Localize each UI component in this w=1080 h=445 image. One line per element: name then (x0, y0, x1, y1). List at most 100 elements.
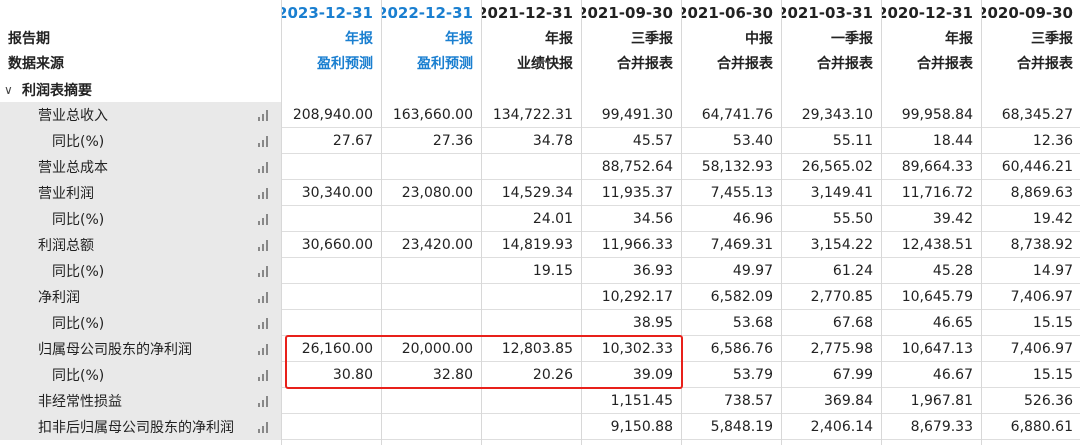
value-cell: 55.50 (832, 211, 873, 227)
value-cell (282, 310, 381, 336)
value-cell: 6,582.09 (710, 289, 773, 305)
bar-chart-icon[interactable] (258, 265, 270, 277)
value-cell: 8,869.63 (1010, 185, 1073, 201)
value-cell (482, 154, 581, 180)
period-header[interactable]: 2021-09-30 (582, 0, 681, 25)
table-row: 营业总成本 88,752.64 58,132.93 26,565.02 89,664.3… (0, 154, 1080, 180)
row-label-text: 同比(%) (52, 212, 105, 228)
period-header[interactable]: 2022-12-31 (382, 0, 481, 25)
value-cell: 12.36 (1032, 133, 1073, 149)
value-cell: 6,586.76 (710, 341, 773, 357)
report-type: 三季报 (631, 30, 673, 47)
bar-chart-icon[interactable] (258, 239, 270, 251)
value-cell: 2,770.85 (810, 289, 873, 305)
value-cell: 29,343.10 (801, 107, 873, 123)
value-cell (482, 310, 581, 336)
bar-chart-icon[interactable] (258, 291, 270, 303)
value-cell: 34.56 (632, 211, 673, 227)
value-cell (282, 154, 381, 180)
value-cell: 39.42 (932, 211, 973, 227)
data-source: 盈利预测 (317, 55, 373, 72)
value-cell: 7,455.13 (710, 185, 773, 201)
bar-chart-icon[interactable] (258, 395, 270, 407)
row-label-text: 扣非后归属母公司股东的净利润 (38, 420, 234, 436)
period-header[interactable]: 2020-12-31 (882, 0, 981, 25)
value-cell: 45.28 (932, 263, 973, 279)
value-cell: 10,292.17 (601, 289, 673, 305)
value-cell: 11,966.33 (601, 237, 673, 253)
section-row[interactable]: ∨ 利润表摘要 (0, 78, 1080, 102)
value-cell: 23,420.00 (401, 237, 473, 253)
bar-chart-icon[interactable] (258, 421, 270, 433)
period-header[interactable]: 2023-12-31 (282, 0, 381, 25)
data-source: 合并报表 (817, 55, 873, 72)
report-type: 年报 (445, 30, 473, 47)
row-label-text: 营业总成本 (38, 160, 108, 176)
data-source: 合并报表 (717, 55, 773, 72)
value-cell: 60,446.21 (1001, 159, 1073, 175)
value-cell: 8,738.92 (1010, 237, 1073, 253)
value-cell: 34.78 (532, 133, 573, 149)
period-header[interactable]: 2021-06-30 (682, 0, 781, 25)
value-cell: 14,529.34 (501, 185, 573, 201)
table-row: 同比(%) 24.01 34.56 46.96 55.50 39.42 19.42 (0, 206, 1080, 232)
bar-chart-icon[interactable] (258, 213, 270, 225)
value-cell (482, 284, 581, 310)
section-title: 利润表摘要 (22, 83, 92, 99)
data-source: 合并报表 (917, 55, 973, 72)
value-cell (282, 388, 381, 414)
value-cell: 208,940.00 (292, 107, 373, 123)
data-source: 合并报表 (617, 55, 673, 72)
collapse-toggle[interactable]: ∨ (4, 78, 22, 102)
bar-chart-icon[interactable] (258, 135, 270, 147)
header-row: 2023-12-31 2022-12-31 2021-12-31 2021-09-30… (0, 0, 1080, 25)
bar-chart-icon[interactable] (258, 369, 270, 381)
report-type: 年报 (945, 30, 973, 47)
value-cell (382, 258, 481, 284)
value-cell: 7,406.97 (1010, 289, 1073, 305)
value-cell: 2,775.98 (810, 341, 873, 357)
bar-chart-icon[interactable] (258, 317, 270, 329)
row-label-text: 净利润 (38, 290, 80, 306)
value-cell: 46.96 (732, 211, 773, 227)
value-cell: 46.65 (932, 315, 973, 331)
value-cell (282, 414, 381, 440)
value-cell: 30,340.00 (301, 185, 373, 201)
value-cell: 45.57 (632, 133, 673, 149)
value-cell: 1,151.45 (610, 393, 673, 409)
header-row-label: 报告期 (8, 30, 50, 47)
value-cell (382, 206, 481, 232)
bar-chart-icon[interactable] (258, 343, 270, 355)
value-cell (382, 154, 481, 180)
value-cell: 8,679.33 (910, 419, 973, 435)
value-cell: 88,752.64 (601, 159, 673, 175)
value-cell: 11,716.72 (901, 185, 973, 201)
value-cell: 64,741.76 (701, 107, 773, 123)
value-cell: 46.67 (932, 367, 973, 383)
row-label-text: 营业利润 (38, 186, 94, 202)
table-row: 营业总收入 208,940.00 163,660.00 134,722.31 99,49… (0, 102, 1080, 128)
value-cell: 163,660.00 (392, 107, 473, 123)
bar-chart-icon[interactable] (258, 161, 270, 173)
value-cell (482, 414, 581, 440)
value-cell: 526.36 (1024, 393, 1073, 409)
bar-chart-icon[interactable] (258, 109, 270, 121)
row-label-text: 营业总收入 (38, 108, 108, 124)
row-label: 同比(%) (0, 128, 282, 154)
value-cell: 26,565.02 (801, 159, 873, 175)
period-header[interactable]: 2021-12-31 (482, 0, 581, 25)
value-cell: 11,935.37 (601, 185, 673, 201)
value-cell: 14.97 (1032, 263, 1073, 279)
value-cell: 2,406.14 (810, 419, 873, 435)
period-header[interactable]: 2021-03-31 (782, 0, 881, 25)
bar-chart-icon[interactable] (258, 187, 270, 199)
value-cell: 18.44 (932, 133, 973, 149)
row-label: 非经常性损益 (0, 388, 282, 414)
value-cell: 1,967.81 (910, 393, 973, 409)
period-header[interactable]: 2020-09-30 (982, 0, 1080, 25)
table-row: 同比(%) 38.95 53.68 67.68 46.65 15.15 (0, 310, 1080, 336)
value-cell: 55.11 (832, 133, 873, 149)
row-label-text: 利润总额 (38, 238, 94, 254)
row-label: 净利润 (0, 284, 282, 310)
value-cell (282, 206, 381, 232)
